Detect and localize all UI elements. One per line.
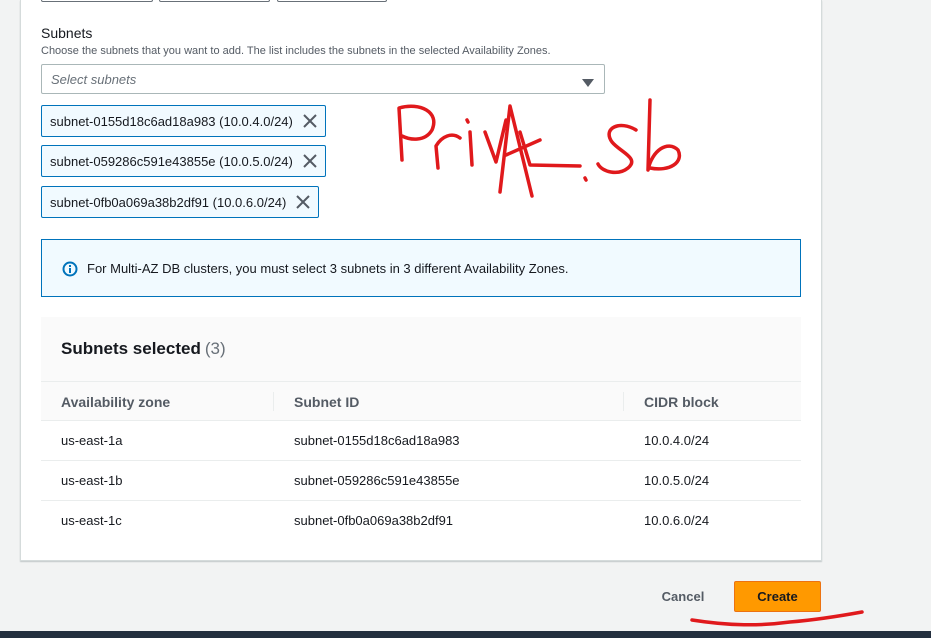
close-icon[interactable] xyxy=(303,114,317,128)
cell-cidr-block: 10.0.6.0/24 xyxy=(644,513,710,528)
column-header-cidr-block[interactable]: CIDR block xyxy=(644,394,719,410)
option-card-stub[interactable] xyxy=(159,0,270,2)
subnets-select-placeholder: Select subnets xyxy=(51,72,137,87)
cell-availability-zone: us-east-1b xyxy=(61,473,123,488)
cancel-button[interactable]: Cancel xyxy=(645,580,721,612)
column-divider xyxy=(273,392,274,411)
subnet-token-label: subnet-0fb0a069a38b2df91 (10.0.6.0/24) xyxy=(50,194,287,210)
cell-availability-zone: us-east-1c xyxy=(61,513,122,528)
table-column-headers: Availability zone Subnet ID CIDR block xyxy=(41,381,801,421)
table-title: Subnets selected (3) xyxy=(61,339,226,359)
table-count: (3) xyxy=(204,339,226,358)
table-row: us-east-1b subnet-059286c591e43855e 10.0… xyxy=(41,461,801,501)
column-divider xyxy=(623,392,624,411)
subnet-token: subnet-059286c591e43855e (10.0.5.0/24) xyxy=(41,145,326,177)
table-row: us-east-1c subnet-0fb0a069a38b2df91 10.0… xyxy=(41,501,801,541)
table-title-text: Subnets selected xyxy=(61,339,201,358)
option-card-stub[interactable] xyxy=(41,0,153,2)
subnets-description: Choose the subnets that you want to add.… xyxy=(41,45,551,57)
cell-availability-zone: us-east-1a xyxy=(61,433,123,448)
subnets-selected-table: Subnets selected (3) Availability zone Su… xyxy=(41,317,801,541)
column-header-subnet-id[interactable]: Subnet ID xyxy=(294,394,359,410)
cell-subnet-id: subnet-0155d18c6ad18a983 xyxy=(294,433,460,448)
cell-subnet-id: subnet-059286c591e43855e xyxy=(294,473,460,488)
create-button[interactable]: Create xyxy=(734,581,821,612)
table-row: us-east-1a subnet-0155d18c6ad18a983 10.0… xyxy=(41,421,801,461)
caret-down-icon xyxy=(582,75,594,93)
close-icon[interactable] xyxy=(303,154,317,168)
info-icon xyxy=(62,261,78,282)
alert-message: For Multi-AZ DB clusters, you must selec… xyxy=(87,261,569,276)
subnet-token: subnet-0fb0a069a38b2df91 (10.0.6.0/24) xyxy=(41,186,320,218)
console-footer-bar xyxy=(0,631,931,638)
cell-cidr-block: 10.0.4.0/24 xyxy=(644,433,710,448)
subnets-select[interactable]: Select subnets xyxy=(41,64,605,94)
table-header: Subnets selected (3) xyxy=(41,317,801,381)
close-icon[interactable] xyxy=(296,195,311,209)
cell-cidr-block: 10.0.5.0/24 xyxy=(644,473,710,488)
cell-subnet-id: subnet-0fb0a069a38b2df91 xyxy=(294,513,454,528)
subnet-token-label: subnet-059286c591e43855e (10.0.5.0/24) xyxy=(50,153,293,169)
multi-az-info-alert: For Multi-AZ DB clusters, you must selec… xyxy=(41,239,801,297)
subnets-label: Subnets xyxy=(41,25,93,41)
option-card-stub[interactable] xyxy=(277,0,387,2)
column-header-availability-zone[interactable]: Availability zone xyxy=(61,394,170,410)
subnet-token: subnet-0155d18c6ad18a983 (10.0.4.0/24) xyxy=(41,105,326,137)
subnet-group-panel: Subnets Choose the subnets that you want… xyxy=(20,0,822,561)
subnet-token-label: subnet-0155d18c6ad18a983 (10.0.4.0/24) xyxy=(50,113,293,129)
